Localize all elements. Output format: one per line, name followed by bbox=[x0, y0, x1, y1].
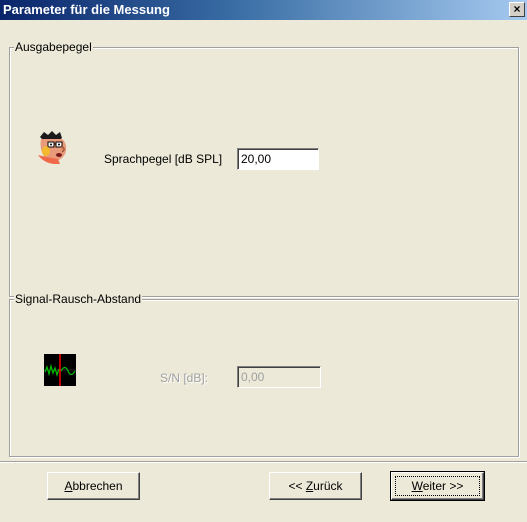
output-level-group-legend: Ausgabepegel bbox=[14, 40, 93, 54]
back-button[interactable]: << Zurück bbox=[269, 472, 362, 500]
speech-level-input[interactable] bbox=[237, 148, 319, 170]
next-button[interactable]: Weiter >> bbox=[390, 471, 485, 501]
title-bar[interactable]: Parameter für die Messung × bbox=[0, 0, 527, 20]
measurement-parameters-dialog: Parameter für die Messung × Ausgabepegel bbox=[0, 0, 527, 522]
cancel-button[interactable]: Abbrechen bbox=[47, 472, 140, 500]
snr-label: S/N [dB]: bbox=[160, 371, 209, 385]
snr-input bbox=[237, 366, 321, 388]
close-button[interactable]: × bbox=[509, 2, 525, 17]
speaking-face-icon bbox=[34, 129, 70, 165]
signal-scope-icon bbox=[44, 354, 76, 386]
dialog-body: Ausgabepegel Sprachpegel [dB SPL] 20,00 … bbox=[0, 20, 527, 522]
close-icon: × bbox=[513, 2, 521, 16]
snr-group: Signal-Rausch-Abstand S/N [dB]: bbox=[9, 292, 519, 457]
button-bar-separator bbox=[0, 461, 527, 463]
window-title: Parameter für die Messung bbox=[3, 2, 170, 17]
snr-group-legend: Signal-Rausch-Abstand bbox=[14, 292, 143, 306]
next-accelerator: W bbox=[411, 479, 423, 493]
speech-level-label: Sprachpegel [dB SPL] bbox=[104, 152, 223, 166]
output-level-group: Ausgabepegel Sprachpegel [dB SPL] 20,00 bbox=[9, 40, 519, 297]
